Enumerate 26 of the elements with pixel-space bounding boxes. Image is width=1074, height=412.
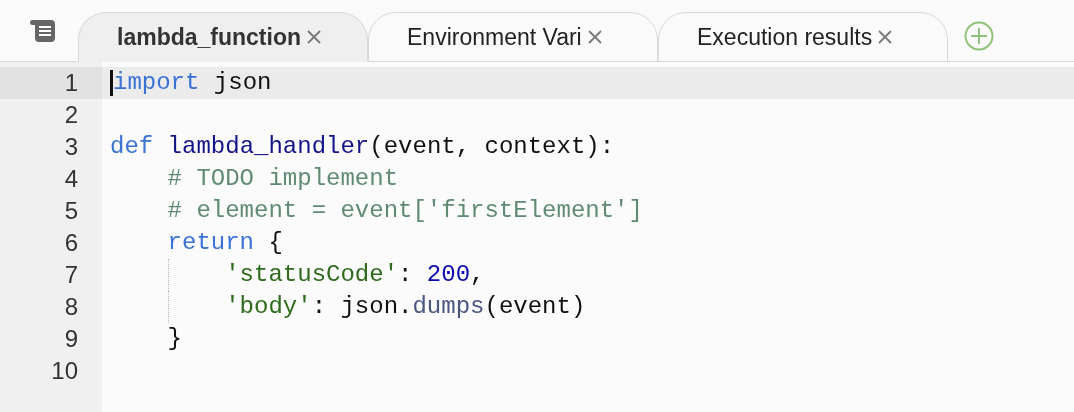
line-number: 4 (64, 164, 78, 194)
line-number: 3 (64, 132, 78, 162)
line-number: 6 (64, 228, 78, 258)
menu-icon[interactable] (29, 18, 57, 43)
line-number: 1 (64, 68, 78, 98)
code-line: 'body': json.dumps(event) (224, 295, 586, 319)
close-icon[interactable] (878, 30, 893, 44)
code-line: } (166, 327, 182, 351)
line-number: 10 (51, 356, 78, 386)
close-icon[interactable] (307, 30, 321, 44)
code-line: def lambda_handler(event, context): (110, 135, 615, 159)
editor-tab[interactable]: Environment Vari (368, 12, 658, 62)
editor-tab[interactable]: lambda_function (78, 12, 368, 62)
code-line: # element = event['firstElement'] (166, 199, 643, 223)
code-line: import json (113, 71, 272, 95)
line-number: 7 (64, 260, 78, 290)
line-number: 2 (64, 100, 78, 130)
text-cursor (110, 70, 113, 96)
code-line: # TODO implement (166, 167, 399, 191)
line-number: 9 (64, 324, 78, 354)
code-line: 'statusCode': 200, (224, 263, 485, 287)
code-line: return { (166, 231, 283, 255)
editor-tab[interactable]: Execution results (658, 12, 948, 62)
line-number: 8 (64, 292, 78, 322)
close-icon[interactable] (587, 30, 602, 44)
line-number: 5 (64, 196, 78, 226)
